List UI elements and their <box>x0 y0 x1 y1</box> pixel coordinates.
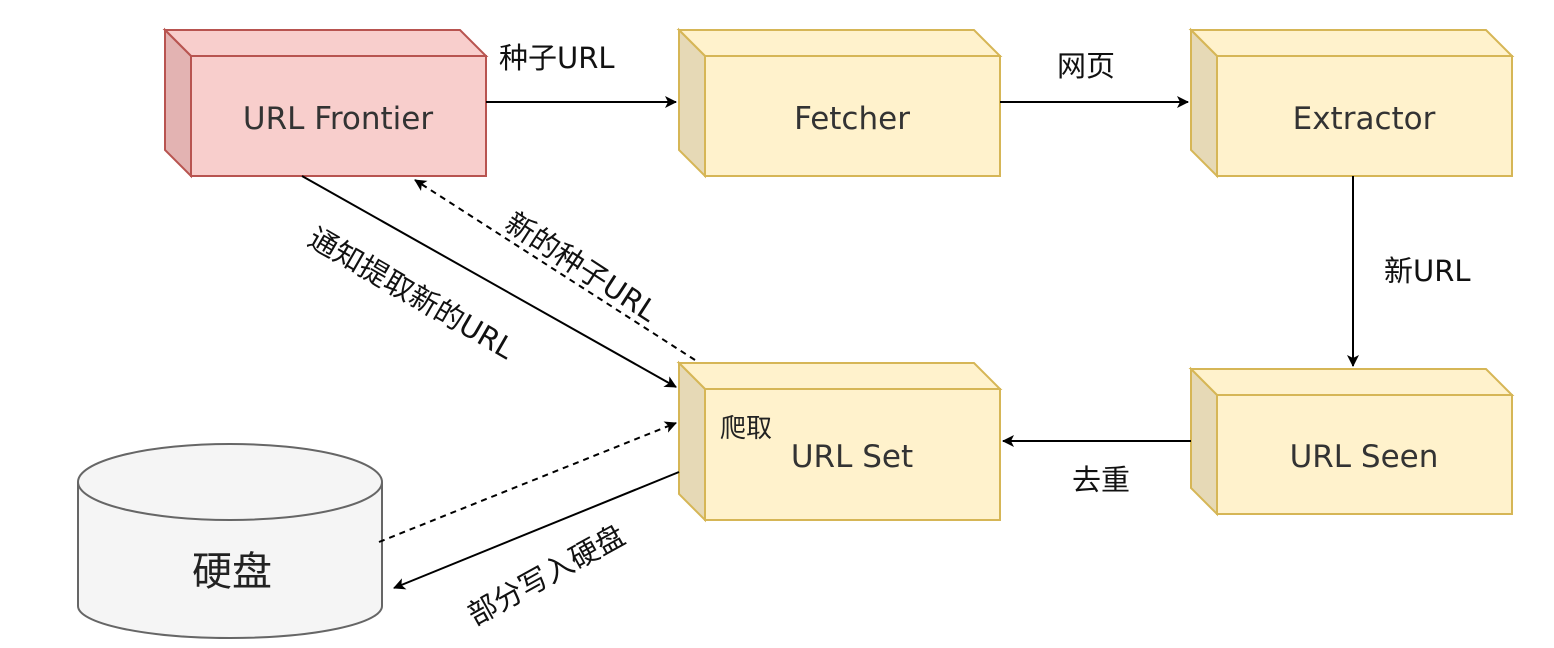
url-seen-label: URL Seen <box>1290 439 1439 475</box>
edge-label-new-url: 新URL <box>1384 254 1471 288</box>
fetcher-label: Fetcher <box>794 101 910 137</box>
url-set-label: URL Set <box>791 439 913 475</box>
edge-label-webpage: 网页 <box>1057 49 1115 83</box>
edge-label-seed-url: 种子URL <box>499 41 615 75</box>
url-frontier-node[interactable]: URL Frontier <box>162 27 489 179</box>
edge-label-crawl: 爬取 <box>720 414 772 444</box>
extractor-label: Extractor <box>1293 101 1436 137</box>
edge-label-new-seed-url: 新的种子URL <box>499 205 663 328</box>
fetcher-node[interactable]: Fetcher <box>676 27 1003 179</box>
extractor-node[interactable]: Extractor <box>1188 27 1515 179</box>
edge-label-notify-extract: 通知提取新的URL <box>303 221 521 366</box>
edge-label-write-disk: 部分写入硬盘 <box>462 518 631 632</box>
url-seen-node[interactable]: URL Seen <box>1188 366 1515 517</box>
url-frontier-label: URL Frontier <box>243 101 433 137</box>
edge-label-dedup: 去重 <box>1072 463 1130 497</box>
crawler-architecture-diagram: URL Frontier Fetcher Extractor URL Set U… <box>77 27 1515 639</box>
disk-label: 硬盘 <box>192 549 272 595</box>
edge-disk-to-urlset <box>378 421 677 543</box>
disk-node[interactable]: 硬盘 <box>77 443 383 639</box>
